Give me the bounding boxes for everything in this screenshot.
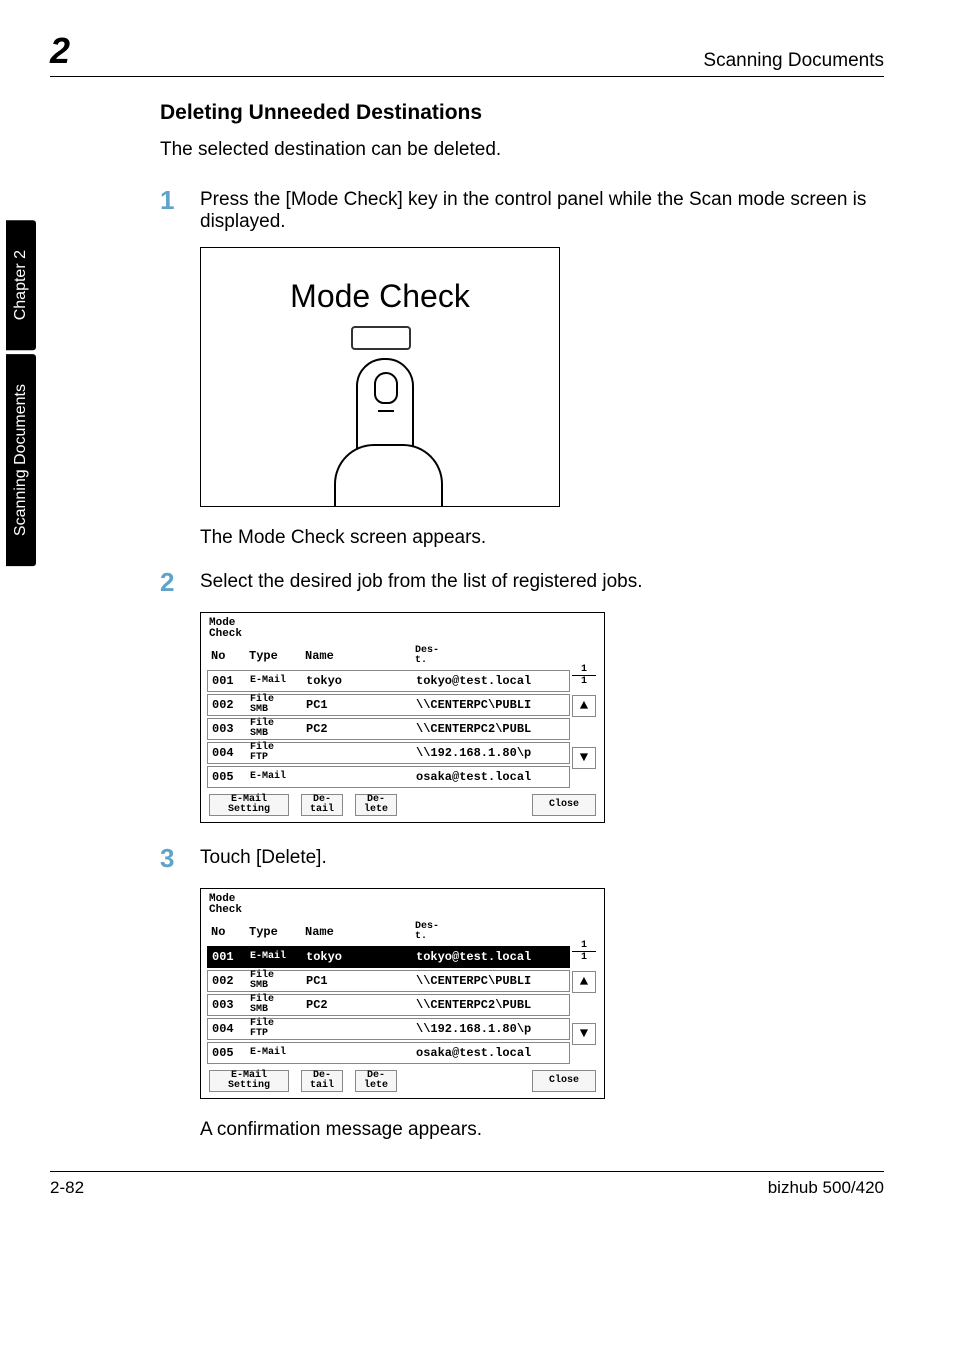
table-row[interactable]: 005 E-Mail osaka@test.local: [207, 766, 570, 788]
scroll-down-button[interactable]: ▼: [572, 1023, 596, 1045]
step-1-after: The Mode Check screen appears.: [200, 527, 874, 549]
section-title: Deleting Unneeded Destinations: [160, 101, 874, 125]
table-row[interactable]: 003 FileSMB PC2 \\CENTERPC2\PUBL: [207, 718, 570, 740]
page-header: 2 Scanning Documents: [50, 30, 884, 77]
page-current: 1: [572, 664, 596, 676]
step-text-2: Select the desired job from the list of …: [200, 567, 874, 593]
step-text-1: Press the [Mode Check] key in the contro…: [200, 185, 874, 233]
table-row[interactable]: 005 E-Mail osaka@test.local: [207, 1042, 570, 1064]
col-type: Type: [249, 649, 305, 663]
step-number-1: 1: [160, 185, 200, 216]
screen-title: ModeCheck: [205, 892, 600, 920]
mode-check-illustration: Mode Check: [200, 247, 560, 507]
page-total: 1: [572, 676, 596, 687]
header-title: Scanning Documents: [703, 50, 884, 72]
scroll-up-button[interactable]: ▲: [572, 695, 596, 717]
table-header-row: No Type Name Des-t.: [205, 920, 600, 944]
table-row[interactable]: 004 FileFTP \\192.168.1.80\p: [207, 742, 570, 764]
sidebar-section-tab: Scanning Documents: [6, 354, 36, 566]
col-name: Name: [305, 649, 415, 663]
step-3-after: A confirmation message appears.: [200, 1119, 874, 1141]
table-row[interactable]: 001 E-Mail tokyo tokyo@test.local: [207, 670, 570, 692]
table-row[interactable]: 004 FileFTP \\192.168.1.80\p: [207, 1018, 570, 1040]
close-button[interactable]: Close: [532, 1070, 596, 1092]
step-number-2: 2: [160, 567, 200, 598]
table-row[interactable]: 002 FileSMB PC1 \\CENTERPC\PUBLI: [207, 970, 570, 992]
screen-title: ModeCheck: [205, 616, 600, 644]
table-row[interactable]: 003 FileSMB PC2 \\CENTERPC2\PUBL: [207, 994, 570, 1016]
email-setting-button[interactable]: E-MailSetting: [209, 794, 289, 816]
col-dest: Des-t.: [415, 646, 594, 666]
delete-button[interactable]: De-lete: [355, 794, 397, 816]
sidebar-chapter-tab: Chapter 2: [6, 220, 36, 350]
finger-icon: [356, 358, 414, 468]
scroll-down-button[interactable]: ▼: [572, 747, 596, 769]
table-header-row: No Type Name Des-t.: [205, 644, 600, 668]
pager: 1 1 ▲ ▼: [572, 940, 596, 1045]
table-row[interactable]: 002 FileSMB PC1 \\CENTERPC\PUBLI: [207, 694, 570, 716]
email-setting-button[interactable]: E-MailSetting: [209, 1070, 289, 1092]
chapter-number: 2: [50, 30, 70, 72]
scroll-up-button[interactable]: ▲: [572, 971, 596, 993]
product-name: bizhub 500/420: [768, 1178, 884, 1198]
section-intro: The selected destination can be deleted.: [160, 139, 874, 161]
page-number: 2-82: [50, 1178, 84, 1198]
detail-button[interactable]: De-tail: [301, 1070, 343, 1092]
mode-check-screen-2: ModeCheck No Type Name Des-t. 001 E-Mail…: [200, 888, 605, 1099]
delete-button[interactable]: De-lete: [355, 1070, 397, 1092]
page-current: 1: [572, 940, 596, 952]
pager: 1 1 ▲ ▼: [572, 664, 596, 769]
mode-check-label: Mode Check: [201, 278, 559, 315]
page-footer: 2-82 bizhub 500/420: [50, 1171, 884, 1198]
table-row-selected[interactable]: 001 E-Mail tokyo tokyo@test.local: [207, 946, 570, 968]
col-no: No: [211, 649, 249, 663]
mode-check-screen-1: ModeCheck No Type Name Des-t. 001 E-Mail…: [200, 612, 605, 823]
page-total: 1: [572, 952, 596, 963]
detail-button[interactable]: De-tail: [301, 794, 343, 816]
close-button[interactable]: Close: [532, 794, 596, 816]
mode-check-key: [351, 326, 411, 350]
step-text-3: Touch [Delete].: [200, 843, 874, 869]
step-number-3: 3: [160, 843, 200, 874]
